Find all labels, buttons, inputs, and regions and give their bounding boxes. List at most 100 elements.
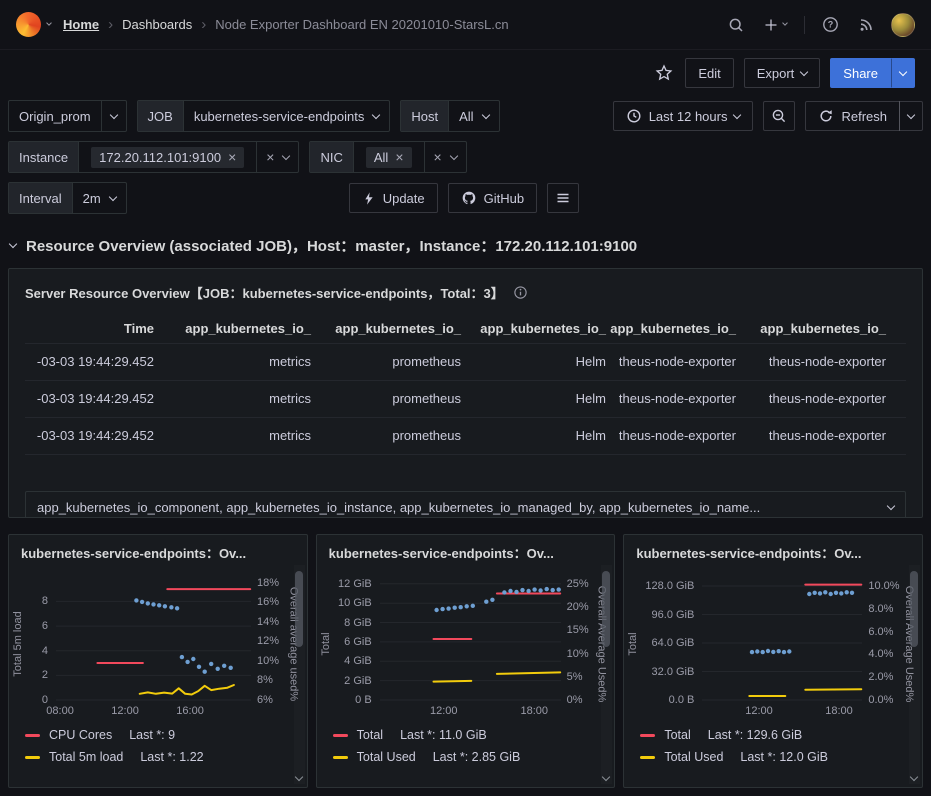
job-value-text: kubernetes-service-endpoints: [193, 108, 365, 124]
datasource-value[interactable]: Origin_prom: [9, 101, 101, 131]
nic-variable: NIC All × ×: [309, 141, 467, 173]
github-button[interactable]: GitHub: [447, 183, 538, 213]
legend-series-name[interactable]: Total Used: [357, 750, 416, 764]
axis-tick-label: 6: [41, 620, 48, 633]
grafana-app: Home › Dashboards › Node Exporter Dashbo…: [0, 0, 931, 796]
chevron-down-icon[interactable]: [282, 151, 291, 160]
panel-scrollbar[interactable]: [601, 565, 612, 784]
legend-series-name[interactable]: Total: [664, 728, 690, 742]
table-column-header[interactable]: app_kubernetes_io_: [463, 315, 608, 343]
star-button[interactable]: [653, 62, 675, 84]
instance-controls: ×: [256, 142, 298, 172]
legend-series-marker-icon: [25, 733, 40, 737]
job-variable-label: JOB: [137, 101, 184, 131]
panel-title[interactable]: kubernetes-service-endpoints：Ov...: [323, 541, 607, 566]
job-variable-value[interactable]: kubernetes-service-endpoints: [184, 101, 390, 131]
nic-chip[interactable]: All ×: [365, 146, 412, 168]
clear-all-icon[interactable]: ×: [434, 150, 442, 164]
remove-chip-icon[interactable]: ×: [228, 150, 236, 164]
legend-series-last-value: Last *: 9: [129, 728, 176, 742]
help-icon: ?: [823, 17, 838, 32]
disk-timeseries-chart[interactable]: Total Overall Average Used% 0.0 B 32.0 GiB 6…: [627, 570, 915, 718]
refresh-button[interactable]: Refresh: [805, 101, 900, 131]
legend-series-name[interactable]: CPU Cores: [49, 728, 112, 742]
scroll-down-icon[interactable]: [294, 772, 303, 782]
panel-scrollbar[interactable]: [294, 565, 305, 784]
axis-tick-label: 10%: [566, 647, 589, 660]
zoom-out-button[interactable]: [763, 101, 796, 131]
refresh-interval-button[interactable]: [899, 101, 923, 131]
chart-legend: CPU Cores Last *: 9 Total 5m load Last *: 1…: [15, 728, 299, 764]
table-column-header[interactable]: app_kubernetes_io_: [738, 315, 888, 343]
chevron-down-icon[interactable]: [449, 151, 458, 160]
legend-series-name[interactable]: Total: [357, 728, 383, 742]
time-range-picker[interactable]: Last 12 hours: [612, 101, 754, 131]
update-button[interactable]: Update: [348, 183, 438, 213]
cpu-overview-panel: kubernetes-service-endpoints：Ov... Total…: [8, 534, 308, 788]
chart-panels-row: kubernetes-service-endpoints：Ov... Total…: [0, 534, 931, 788]
clear-all-icon[interactable]: ×: [266, 150, 274, 164]
table-cell: prometheus: [392, 354, 461, 369]
legend-series-name[interactable]: Total 5m load: [49, 750, 123, 764]
panel-title[interactable]: kubernetes-service-endpoints：Ov...: [630, 541, 914, 566]
info-icon[interactable]: [513, 285, 528, 300]
breadcrumb: Home › Dashboards › Node Exporter Dashbo…: [63, 16, 509, 33]
new-button[interactable]: [761, 15, 789, 35]
scrollbar-thumb[interactable]: [294, 571, 303, 647]
search-button[interactable]: [726, 15, 746, 35]
panel-title[interactable]: Server Resource Overview【JOB：kubernetes-…: [25, 283, 504, 302]
instance-variable-value[interactable]: 172.20.112.101:9100 ×: [79, 142, 256, 172]
filter-row-3: Interval 2m Update GitHub: [8, 182, 923, 214]
edit-button[interactable]: Edit: [685, 58, 734, 88]
panel-title[interactable]: kubernetes-service-endpoints：Ov...: [15, 541, 299, 566]
axis-tick-label: 0%: [566, 694, 583, 706]
table-column-header[interactable]: app_kubernetes_io_: [156, 315, 313, 343]
legend-series-name[interactable]: Total Used: [664, 750, 723, 764]
table-cell: Helm: [575, 428, 606, 443]
instance-variable-label: Instance: [9, 142, 80, 172]
grafana-logo[interactable]: [16, 12, 52, 37]
scroll-down-icon[interactable]: [602, 772, 611, 782]
cpu-timeseries-chart[interactable]: Total 5m load Overall average used% 0 2 4 6 8 6…: [12, 570, 300, 718]
table-cell: theus-node-exporter: [768, 354, 886, 369]
axis-tick-label: 2: [41, 669, 48, 682]
avatar[interactable]: [891, 12, 915, 37]
memory-timeseries-chart[interactable]: Total Overall Average Used% 0 B2 GiB 4 GiB 6…: [320, 570, 608, 718]
table-column-header[interactable]: app_kubernetes_io_: [608, 315, 738, 343]
legend-item: Total Last *: 11.0 GiB: [332, 728, 607, 742]
share-menu-button[interactable]: [891, 58, 915, 88]
filter-row-2: Instance 172.20.112.101:9100 × × NIC All ×…: [8, 141, 923, 173]
section-row-header[interactable]: Resource Overview (associated JOB)，Host：…: [0, 230, 931, 260]
axis-tick-label: 96.0 GiB: [651, 608, 695, 621]
breadcrumb-dashboards[interactable]: Dashboards: [122, 17, 192, 32]
scrollbar-thumb[interactable]: [602, 571, 611, 647]
table-column-header[interactable]: Time: [25, 315, 156, 343]
breadcrumb-home[interactable]: Home: [63, 17, 99, 32]
news-button[interactable]: [856, 15, 876, 35]
remove-chip-icon[interactable]: ×: [395, 150, 403, 164]
instance-chip[interactable]: 172.20.112.101:9100 ×: [91, 146, 245, 168]
legend-series-marker-icon: [332, 733, 348, 737]
nic-variable-value[interactable]: All ×: [354, 142, 424, 172]
scroll-down-icon[interactable]: [909, 772, 919, 782]
share-button[interactable]: Share: [830, 58, 891, 88]
table-cell: metrics: [269, 428, 311, 443]
interval-variable-value[interactable]: 2m: [73, 183, 126, 213]
field-select[interactable]: app_kubernetes_io_component, app_kuberne…: [25, 491, 906, 517]
interval-variable-label: Interval: [9, 183, 73, 213]
axis-tick-label: 10 GiB: [338, 597, 372, 610]
filter-row-1: Origin_prom JOB kubernetes-service-endpo…: [8, 100, 923, 132]
axis-tick-label: 4.0%: [868, 648, 894, 661]
datasource-caret[interactable]: [100, 101, 126, 131]
help-button[interactable]: ?: [820, 14, 841, 35]
breadcrumb-current: Node Exporter Dashboard EN 20201010-Star…: [215, 17, 509, 32]
axis-tick-label: 0 B: [355, 694, 372, 706]
scrollbar-thumb[interactable]: [910, 571, 919, 647]
host-variable: Host All: [400, 100, 500, 132]
chevron-down-icon: [733, 110, 742, 119]
panel-scrollbar[interactable]: [909, 565, 920, 784]
menu-button[interactable]: [547, 183, 580, 213]
export-button[interactable]: Export: [743, 58, 821, 88]
host-variable-value[interactable]: All: [449, 101, 498, 131]
table-column-header[interactable]: app_kubernetes_io_: [313, 315, 463, 343]
